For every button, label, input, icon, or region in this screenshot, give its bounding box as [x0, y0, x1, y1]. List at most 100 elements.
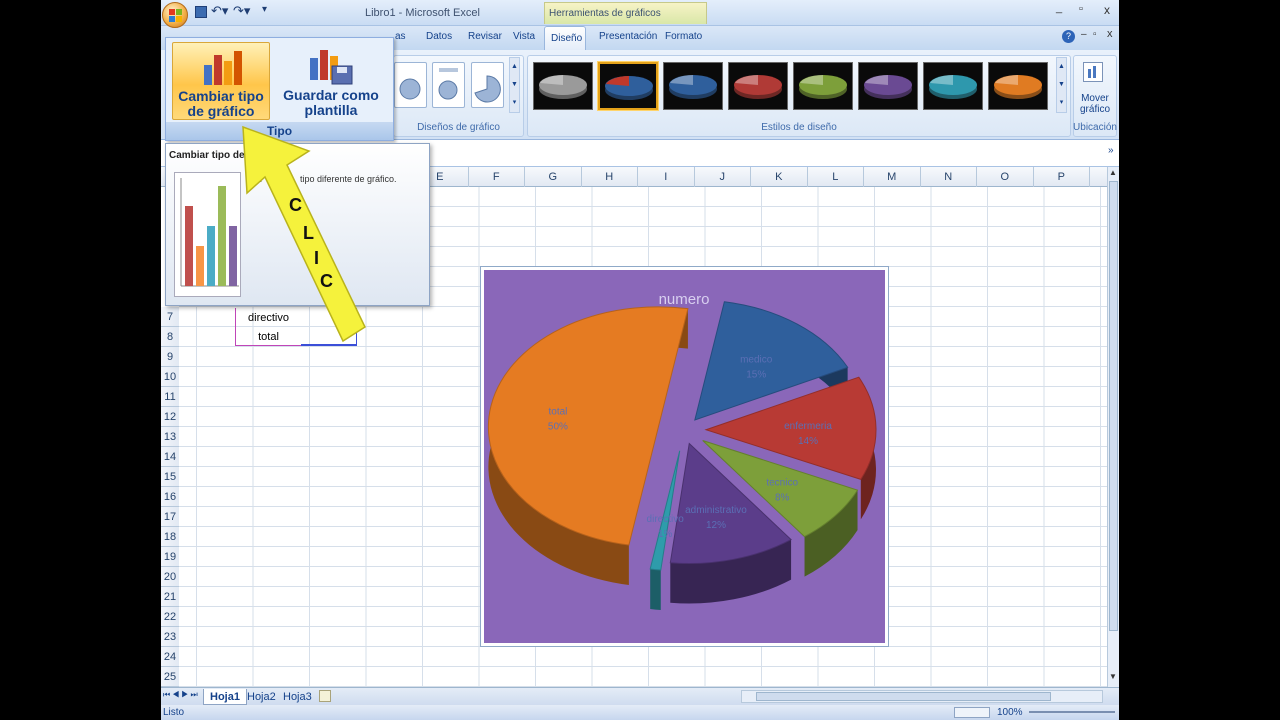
ribbon-restore-button[interactable]: ▫	[1093, 29, 1097, 40]
slice-label-tecnico: tecnico	[766, 478, 798, 489]
move-chart-button[interactable]: Mover gráfico	[1075, 93, 1115, 115]
slice-pct-administrativo: 12%	[706, 520, 726, 531]
tab-datos[interactable]: Datos	[426, 31, 452, 42]
column-header-f[interactable]: F	[469, 167, 525, 187]
chart-layouts-label: Diseños de gráfico	[417, 122, 500, 133]
pie-style-icon	[929, 75, 977, 99]
layout-option-3[interactable]	[471, 62, 504, 108]
undo-icon[interactable]: ↶▾	[211, 3, 228, 19]
tab-formato[interactable]: Formato	[665, 31, 702, 42]
sheet-tab-hoja2[interactable]: Hoja2	[241, 689, 282, 705]
office-button[interactable]	[162, 2, 188, 28]
chart-style-7[interactable]	[923, 62, 983, 110]
chart-style-1[interactable]	[533, 62, 593, 110]
chart-style-2[interactable]	[598, 62, 658, 110]
ribbon-minimize-button[interactable]: –	[1081, 29, 1087, 40]
column-header-j[interactable]: J	[695, 167, 751, 187]
expand-formula-bar-icon[interactable]: »	[1108, 145, 1114, 156]
column-header-o[interactable]: O	[977, 167, 1034, 187]
layout-option-1[interactable]	[394, 62, 427, 108]
row-header-16[interactable]: 16	[161, 487, 179, 507]
row-header-11[interactable]: 11	[161, 387, 179, 407]
column-header-m[interactable]: M	[864, 167, 921, 187]
row-header-12[interactable]: 12	[161, 407, 179, 427]
column-header-p[interactable]: P	[1034, 167, 1090, 187]
sheet-tab-hoja3[interactable]: Hoja3	[277, 689, 318, 705]
pie-style-icon	[799, 75, 847, 99]
layout-pie-icon	[438, 68, 458, 100]
page-view-buttons[interactable]	[954, 707, 990, 718]
tab-partial[interactable]: as	[395, 31, 406, 42]
customize-qat-icon[interactable]: ▾	[262, 4, 267, 15]
column-header-k[interactable]: K	[751, 167, 808, 187]
window-title: Libro1 - Microsoft Excel	[365, 7, 480, 19]
slice-label-directivo: directivo	[647, 514, 685, 525]
clic-letter-c2: C	[320, 271, 333, 291]
pie-style-icon	[864, 75, 912, 99]
ribbon-close-button[interactable]: x	[1107, 28, 1113, 40]
row-header-17[interactable]: 17	[161, 507, 179, 527]
sheet-nav-arrows[interactable]: ⏮◀▶⏭	[163, 690, 200, 700]
row-header-19[interactable]: 19	[161, 547, 179, 567]
column-header-g[interactable]: G	[525, 167, 582, 187]
save-as-template-button[interactable]: Guardar como plantilla	[274, 42, 388, 120]
styles-more-button[interactable]: ▲ ▼ ▾	[1056, 57, 1067, 113]
layouts-more-button[interactable]: ▲ ▼ ▾	[509, 57, 520, 113]
save-icon[interactable]	[195, 6, 207, 18]
pie-chart: numero medico 15% enfermeria 14% tecnico 8% ad…	[487, 291, 877, 611]
help-icon[interactable]: ?	[1062, 30, 1075, 43]
row-header-9[interactable]: 9	[161, 347, 179, 367]
horizontal-scrollbar[interactable]	[741, 690, 1103, 703]
pie-slice-side-directivo[interactable]	[650, 568, 661, 611]
chart-style-5[interactable]	[793, 62, 853, 110]
row-header-7[interactable]: 7	[161, 307, 179, 327]
tab-presentacion[interactable]: Presentación	[599, 31, 657, 42]
row-header-13[interactable]: 13	[161, 427, 179, 447]
chart-style-6[interactable]	[858, 62, 918, 110]
hscroll-thumb[interactable]	[756, 692, 1051, 701]
column-header-i[interactable]: I	[638, 167, 695, 187]
change-chart-type-button[interactable]: Cambiar tipo de gráfico	[172, 42, 270, 120]
redo-icon[interactable]: ↷▾	[233, 3, 250, 19]
column-header-l[interactable]: L	[808, 167, 864, 187]
chart-type-icon	[204, 51, 242, 85]
minimize-button[interactable]: _	[1056, 2, 1062, 14]
tab-diseno[interactable]: Diseño	[544, 26, 586, 50]
scroll-thumb[interactable]	[1109, 181, 1118, 631]
slice-pct-total: 50%	[548, 421, 568, 432]
row-header-10[interactable]: 10	[161, 367, 179, 387]
restore-button[interactable]: ▫	[1079, 3, 1083, 15]
clic-letter-i: I	[314, 248, 319, 268]
tab-revisar[interactable]: Revisar	[468, 31, 502, 42]
column-header-n[interactable]: N	[921, 167, 977, 187]
row-header-24[interactable]: 24	[161, 647, 179, 667]
scroll-up-arrow[interactable]: ▲	[1109, 168, 1117, 177]
vertical-scrollbar[interactable]: ▲ ▼	[1107, 167, 1119, 687]
row-header-15[interactable]: 15	[161, 467, 179, 487]
move-chart-icon[interactable]	[1083, 62, 1103, 82]
close-button[interactable]: x	[1104, 3, 1110, 17]
row-header-22[interactable]: 22	[161, 607, 179, 627]
zoom-slider[interactable]	[1029, 711, 1115, 713]
chart-style-4[interactable]	[728, 62, 788, 110]
insert-sheet-icon[interactable]	[319, 690, 331, 702]
chart-object[interactable]: numero medico 15% enfermeria 14% tecnico 8% ad…	[480, 266, 889, 647]
scroll-down-arrow[interactable]: ▼	[1109, 672, 1117, 681]
row-header-20[interactable]: 20	[161, 567, 179, 587]
chart-style-8[interactable]	[988, 62, 1048, 110]
layout-option-2[interactable]	[432, 62, 465, 108]
pie-style-icon	[994, 75, 1042, 99]
slice-label-medico: medico	[740, 354, 773, 365]
column-header-h[interactable]: H	[582, 167, 638, 187]
row-header-23[interactable]: 23	[161, 627, 179, 647]
chart-area[interactable]: numero medico 15% enfermeria 14% tecnico 8% ad…	[484, 270, 885, 643]
sheet-tabs-bar: ⏮◀▶⏭ Hoja1 Hoja2 Hoja3	[161, 687, 1119, 705]
tab-vista[interactable]: Vista	[513, 31, 535, 42]
row-header-14[interactable]: 14	[161, 447, 179, 467]
row-header-21[interactable]: 21	[161, 587, 179, 607]
zoom-level[interactable]: 100%	[997, 707, 1023, 718]
chart-style-3[interactable]	[663, 62, 723, 110]
row-header-25[interactable]: 25	[161, 667, 179, 687]
row-header-18[interactable]: 18	[161, 527, 179, 547]
row-header-8[interactable]: 8	[161, 327, 179, 347]
